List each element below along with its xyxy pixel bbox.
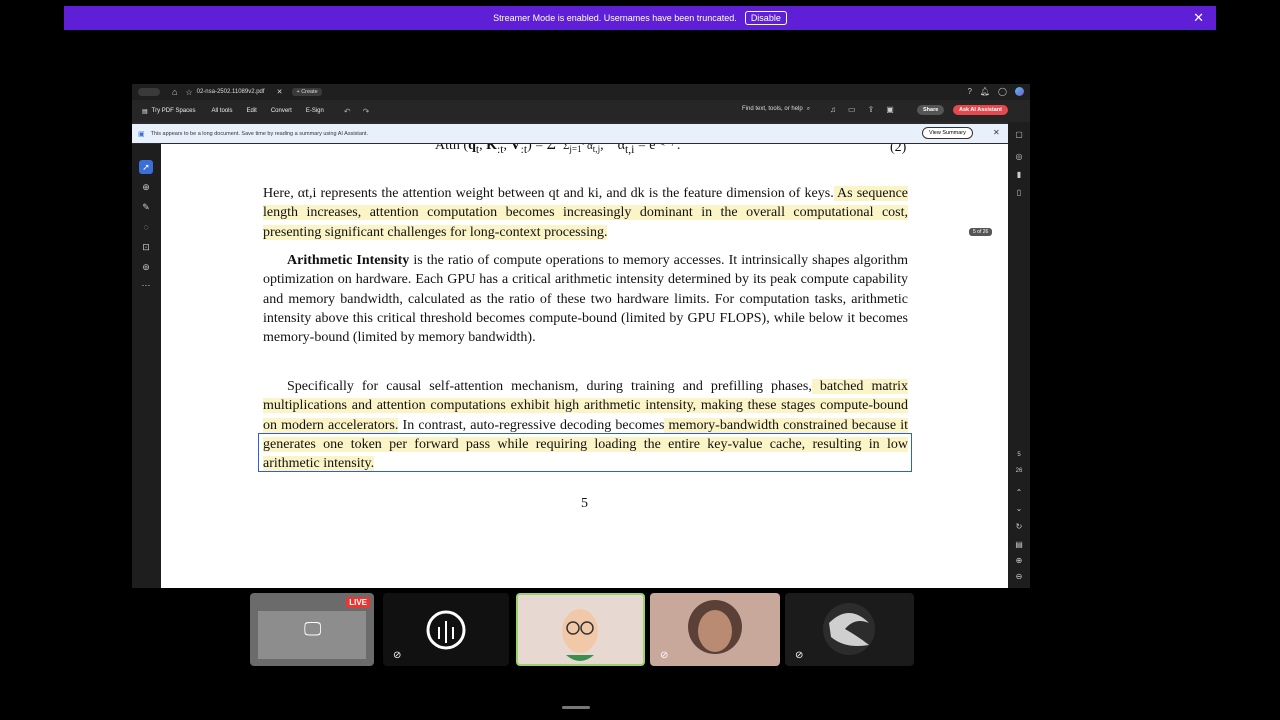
current-page[interactable]: 5 — [1013, 452, 1025, 458]
help-icon[interactable]: ? — [967, 87, 971, 96]
zoom-icon[interactable]: ⊕ — [139, 180, 153, 194]
star-icon[interactable]: ☆ — [185, 88, 192, 97]
bookmark-icon[interactable]: ▮ — [1013, 170, 1025, 179]
cartoon-avatar-icon — [562, 609, 598, 661]
account-avatar[interactable] — [1015, 87, 1024, 96]
tab-file-name: 02-nsa-2502.11089v2.pdf — [196, 89, 265, 95]
menu-esign[interactable]: E-Sign — [306, 108, 324, 114]
upload-icon[interactable]: ⇪ — [868, 105, 875, 114]
create-button[interactable]: + Create — [292, 88, 322, 96]
monitor-icon: 🖵︎ — [304, 619, 322, 639]
page-icon[interactable]: ▤ — [1013, 540, 1025, 549]
spaces-label: Try PDF Spaces — [151, 108, 196, 114]
person-portrait-icon — [688, 600, 742, 654]
page-indicator: 5 of 26 — [969, 228, 993, 236]
dragon-logo-icon — [823, 603, 875, 655]
banner-message: Streamer Mode is enabled. Usernames have… — [493, 13, 737, 23]
ask-ai-assistant-button[interactable]: Ask AI Assistant — [953, 105, 1008, 115]
main-toolbar: ▤ Try PDF Spaces All tools Edit Convert … — [132, 100, 1030, 122]
organize-icon[interactable]: ◎ — [1013, 152, 1025, 161]
more-tools-icon[interactable]: ⋯ — [139, 278, 153, 292]
attention-equation: Attn (qt, K:t, V:t) = Σ Σj=1t αt,j, αt,i… — [435, 144, 681, 156]
menu-edit[interactable]: Edit — [246, 108, 256, 114]
paragraph-attention-weight: Here, αt,i represents the attention weig… — [263, 184, 909, 242]
spaces-icon: ▤ — [142, 108, 148, 115]
right-rail: ▢ ◎ ▮ ▯ 5 26 ⌃ ⌄ ↻ ▤ ⊕ ⊖ — [1008, 122, 1030, 588]
text-select-icon[interactable]: ⊡ — [139, 240, 153, 254]
summary-notice-bar: ▣ This appears to be a long document. Sa… — [132, 124, 1008, 143]
paragraph-arithmetic-intensity: Arithmetic Intensity is the ratio of com… — [263, 251, 908, 347]
mic-muted-icon: ⊘ — [393, 650, 402, 661]
pen-icon[interactable]: ✎ — [139, 200, 153, 214]
bell-icon[interactable]: 🔔︎ — [980, 87, 990, 96]
left-toolbar: ➚ ⊕ ✎ ◌ ⊡ ⊚ ⋯ — [132, 144, 161, 588]
zoom-out-icon[interactable]: ⊖ — [1013, 572, 1025, 581]
notice-text: This appears to be a long document. Save… — [150, 130, 368, 137]
pdf-spaces-button[interactable]: ▤ Try PDF Spaces — [142, 108, 195, 115]
tab-document[interactable]: ☆ 02-nsa-2502.11089v2.pdf ✕ — [185, 88, 282, 97]
attachment-icon[interactable]: ▯ — [1013, 188, 1025, 197]
participant-tile-avatar[interactable] — [516, 593, 645, 666]
create-label: Create — [301, 89, 318, 95]
tree-logo-icon — [426, 610, 466, 650]
close-notice-icon[interactable]: ✕ — [993, 128, 1000, 137]
share-button[interactable]: Share — [917, 105, 945, 115]
refresh-icon[interactable]: ↻ — [1013, 522, 1025, 531]
undo-icon[interactable]: ↶ — [344, 107, 351, 116]
chevron-down-icon[interactable]: ⌄ — [1013, 504, 1025, 513]
undo-redo: ↶ ↷ — [344, 107, 369, 116]
page-number: 5 — [581, 496, 588, 511]
live-badge: LIVE — [346, 597, 370, 608]
participant-tile-person[interactable]: ⊘ — [650, 593, 780, 666]
home-indicator — [562, 706, 590, 709]
mic-muted-icon: ⊘ — [660, 650, 669, 661]
close-icon[interactable]: ✕ — [1193, 10, 1204, 26]
find-label: Find text, tools, or help — [742, 106, 803, 112]
titlebar-actions: ? 🔔︎ ◯ — [967, 87, 1024, 96]
save-icon[interactable]: ▣ — [886, 105, 894, 114]
chevron-up-icon[interactable]: ⌃ — [1013, 488, 1025, 497]
home-icon[interactable]: ⌂ — [172, 87, 177, 97]
redo-icon[interactable]: ↷ — [363, 107, 370, 116]
select-cursor-icon[interactable]: ➚ — [139, 160, 153, 174]
menu-all-tools[interactable]: All tools — [211, 108, 232, 114]
p1-text: Here, αt,i represents the attention weig… — [263, 186, 834, 201]
close-tab-icon[interactable]: ✕ — [277, 88, 283, 96]
pdf-page: Attn (qt, K:t, V:t) = Σ Σj=1t αt,j, αt,i… — [161, 144, 1008, 588]
window-controls[interactable] — [138, 88, 160, 96]
p2-heading: Arithmetic Intensity — [287, 253, 410, 268]
zoom-in-icon[interactable]: ⊕ — [1013, 556, 1025, 565]
view-summary-button[interactable]: View Summary — [922, 127, 973, 139]
toolbar-menu: All tools Edit Convert E-Sign — [211, 108, 323, 114]
streamer-mode-banner: Streamer Mode is enabled. Usernames have… — [64, 6, 1216, 30]
comment-icon[interactable]: ▢ — [1013, 130, 1025, 139]
participant-tile-dragon[interactable]: ⊘ — [785, 593, 914, 666]
participant-tile-logo[interactable]: ⊘ — [383, 593, 509, 666]
screen-share-tile[interactable]: 🖵︎ LIVE — [250, 593, 374, 666]
info-icon: ▣ — [138, 130, 145, 138]
disable-streamer-mode-button[interactable]: Disable — [744, 11, 787, 25]
p3-text-2: In contrast, auto-regressive decoding be… — [398, 417, 665, 433]
user-icon[interactable]: ◯ — [998, 87, 1007, 96]
menu-convert[interactable]: Convert — [271, 108, 292, 114]
mic-muted-icon: ⊘ — [795, 650, 804, 661]
print-icon[interactable]: ▭ — [848, 105, 856, 114]
lasso-icon[interactable]: ◌ — [139, 220, 153, 234]
text-selection-box[interactable] — [258, 433, 912, 472]
equation-number: (2) — [890, 144, 907, 155]
p3-text: Specifically for causal self-attention m… — [287, 379, 812, 394]
search-icon: ⌕ — [806, 106, 811, 112]
tab-bar: ⌂ ☆ 02-nsa-2502.11089v2.pdf ✕ + Create ?… — [132, 84, 1030, 100]
toolbar-icons: ♫ ▭ ⇪ ▣ — [830, 105, 894, 114]
read-aloud-icon[interactable]: ♫ — [830, 105, 836, 114]
pdf-viewer-window: ⌂ ☆ 02-nsa-2502.11089v2.pdf ✕ + Create ?… — [132, 84, 1030, 588]
find-search[interactable]: Find text, tools, or help ⌕ — [742, 106, 810, 113]
total-pages: 26 — [1015, 468, 1023, 474]
stamp-icon[interactable]: ⊚ — [139, 260, 153, 274]
